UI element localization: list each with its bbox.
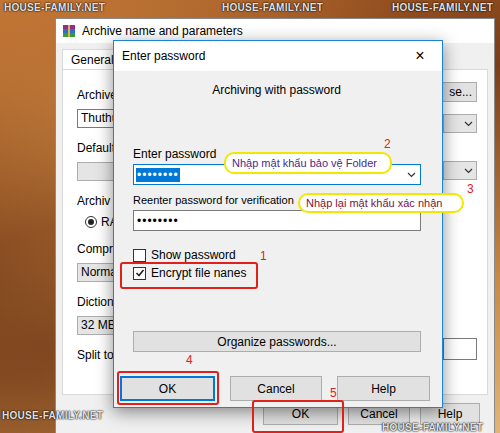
password-text: •••••••• (136, 168, 180, 182)
browse-button[interactable]: se... (437, 82, 477, 102)
chevron-down-icon (464, 121, 473, 127)
chevron-down-icon (464, 168, 473, 174)
watermark: HOUSE-FAMILY.NET (222, 2, 323, 13)
title-bar: Enter password × (114, 41, 442, 71)
step-number: 3 (467, 182, 474, 196)
annotation-callout: Nhập lại mật khẩu xác nhận (298, 193, 464, 213)
password-group: Enter password••••••••Reenter password f… (120, 147, 433, 352)
checkbox[interactable] (133, 249, 146, 262)
dialog-heading: Archiving with password (120, 83, 433, 98)
checkbox-row[interactable]: Show password (133, 248, 433, 262)
step-number: 2 (384, 137, 391, 151)
checkbox-label: Encrypt file nanes (151, 266, 246, 280)
winrar-icon (62, 24, 76, 38)
combo-box[interactable] (443, 114, 477, 133)
checkbox[interactable] (133, 267, 146, 280)
highlight-box (252, 400, 344, 433)
watermark: HOUSE-FAMILY.NET (2, 410, 103, 421)
step-number: 1 (260, 249, 267, 263)
dialog-title: Enter password (122, 49, 205, 63)
radio-dot (88, 219, 94, 225)
dialog-button[interactable]: OK (120, 376, 215, 401)
dialog-button[interactable]: Help (337, 376, 430, 401)
watermark: HOUSE-FAMILY.NET (4, 2, 105, 13)
dialog-button[interactable]: Cancel (230, 376, 322, 401)
desktop: Archive name and parametersGeneralArchiv… (0, 0, 500, 433)
close-button[interactable]: × (398, 41, 442, 71)
window-title: Archive name and parameters (82, 24, 243, 38)
combo-box[interactable] (443, 161, 477, 180)
annotation-callout: Nhập mật khẩu bảo vệ Folder (224, 152, 392, 174)
password-text: •••••••• (136, 214, 180, 228)
checkbox-row[interactable]: Encrypt file nanes (133, 266, 433, 280)
chevron-down-icon (407, 172, 416, 178)
highlight-box (120, 262, 258, 289)
watermark: HOUSE-FAMILY.NET (392, 2, 493, 13)
organize-button[interactable]: Organize passwords... (133, 331, 421, 352)
checkbox-label: Show password (151, 248, 236, 262)
dialog-body: Archiving with password Enter password•••… (114, 71, 442, 407)
button-row: OK Cancel Help (120, 376, 433, 401)
password-dialog: Enter password × Archiving with password En… (113, 40, 443, 408)
split-size-field[interactable] (443, 338, 477, 360)
highlight-box (117, 371, 219, 405)
step-number: 4 (186, 353, 193, 367)
password-field[interactable]: •••••••• (133, 210, 421, 231)
step-number: 5 (330, 386, 337, 400)
radio-circle (85, 216, 97, 228)
watermark: HOUSE-FAMILY.NET (382, 422, 483, 433)
checkmark-icon (135, 268, 145, 278)
